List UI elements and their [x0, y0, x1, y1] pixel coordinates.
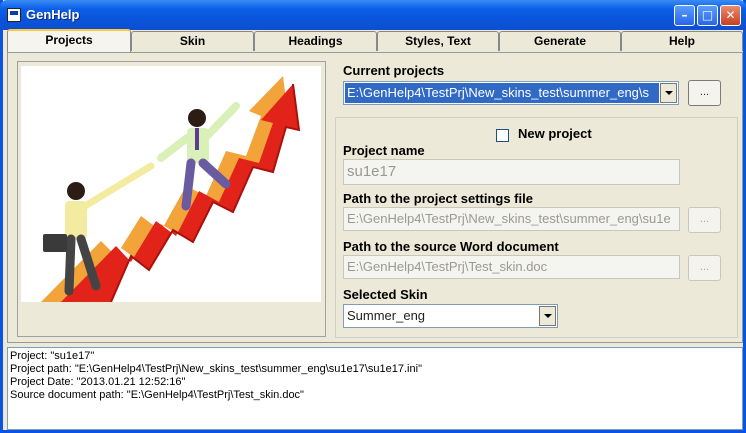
tab-skin[interactable]: Skin: [131, 31, 254, 51]
source-doc-label: Path to the source Word document: [343, 239, 559, 254]
illustration-frame: [17, 61, 326, 337]
tab-styles-text[interactable]: Styles, Text: [377, 31, 499, 51]
minimize-icon: –: [681, 8, 688, 22]
tab-headings[interactable]: Headings: [254, 31, 377, 51]
maximize-icon: □: [701, 8, 714, 22]
browse-settings-button[interactable]: ...: [688, 207, 721, 233]
tab-strip: Projects Skin Headings Styles, Text Gene…: [7, 29, 743, 52]
skin-dropdown-arrow-icon[interactable]: [539, 306, 556, 326]
settings-path-label: Path to the project settings file: [343, 191, 533, 206]
browse-source-button[interactable]: ...: [688, 255, 721, 281]
project-log[interactable]: Project: "su1e17" Project path: "E:\GenH…: [7, 347, 743, 430]
app-window: GenHelp – □ ✕ Projects Skin Headings Sty…: [0, 0, 746, 433]
title-bar[interactable]: GenHelp – □ ✕: [0, 0, 746, 30]
current-projects-combo[interactable]: E:\GenHelp4\TestPrj\New_skins_test\summe…: [343, 81, 679, 105]
dropdown-arrow-icon[interactable]: [660, 83, 677, 103]
source-doc-field[interactable]: E:\GenHelp4\TestPrj\Test_skin.doc: [343, 255, 680, 279]
log-line: Project: "su1e17": [10, 350, 95, 362]
tab-generate[interactable]: Generate: [499, 31, 621, 51]
selected-skin-label: Selected Skin: [343, 287, 428, 302]
log-line: Source document path: "E:\GenHelp4\TestP…: [10, 389, 304, 401]
current-projects-value: E:\GenHelp4\TestPrj\New_skins_test\summe…: [345, 83, 659, 103]
tab-help[interactable]: Help: [621, 31, 743, 51]
project-name-label: Project name: [343, 143, 425, 158]
new-project-label: New project: [518, 126, 592, 141]
window-title: GenHelp: [26, 7, 80, 22]
skin-select-value: Summer_eng: [347, 308, 426, 323]
tab-projects[interactable]: Projects: [7, 29, 131, 52]
log-line: Project Date: "2013.01.21 12:52:16": [10, 376, 186, 388]
project-name-field[interactable]: su1e17: [343, 159, 680, 185]
browse-projects-button[interactable]: ...: [688, 80, 721, 106]
settings-path-field[interactable]: E:\GenHelp4\TestPrj\New_skins_test\summe…: [343, 207, 680, 231]
maximize-button[interactable]: □: [697, 5, 718, 26]
close-icon: ✕: [725, 8, 736, 22]
app-icon: [7, 8, 21, 22]
close-button[interactable]: ✕: [720, 5, 741, 26]
log-line: Project path: "E:\GenHelp4\TestPrj\New_s…: [10, 363, 422, 375]
teamwork-illustration: [21, 66, 321, 302]
minimize-button[interactable]: –: [674, 5, 695, 26]
current-projects-label: Current projects: [343, 63, 445, 78]
new-project-checkbox[interactable]: [496, 129, 509, 142]
skin-select[interactable]: Summer_eng: [343, 304, 558, 328]
projects-panel: Current projects E:\GenHelp4\TestPrj\New…: [7, 52, 743, 343]
